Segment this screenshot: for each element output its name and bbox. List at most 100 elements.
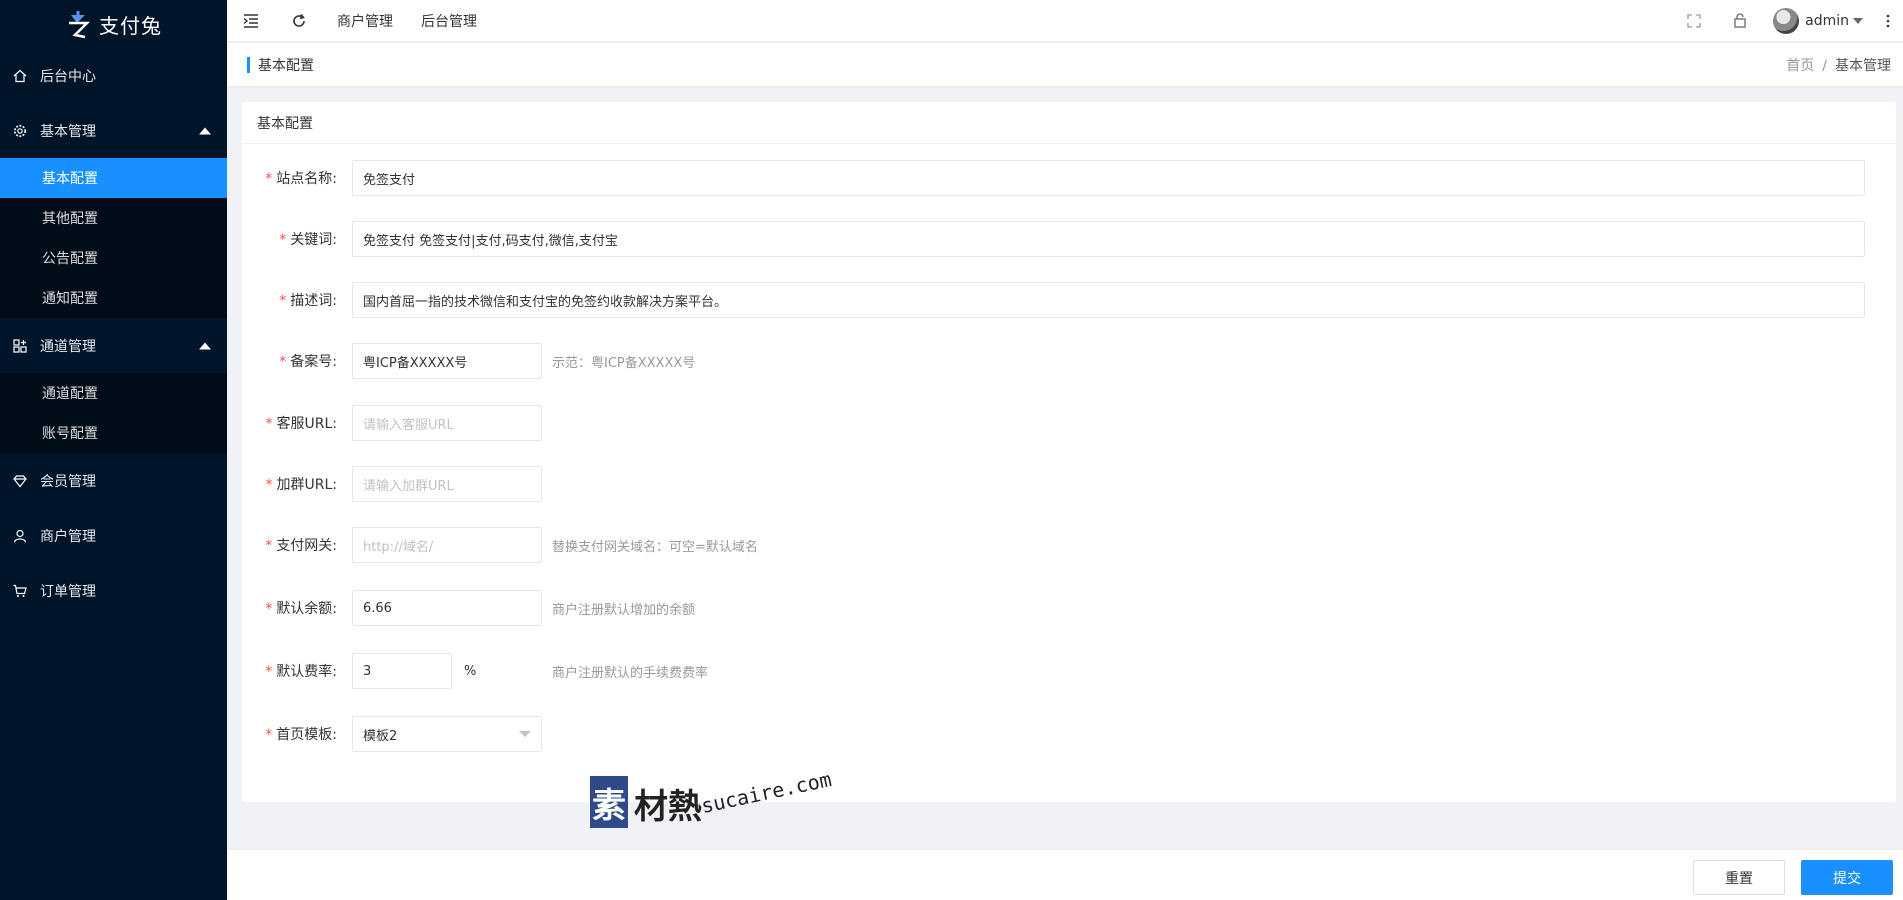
description-input[interactable]: 国内首屈一指的技术微信和支付宝的免签约收款解决方案平台。 bbox=[352, 282, 1865, 318]
select-arrow-icon bbox=[519, 731, 531, 737]
header-link-admin[interactable]: 后台管理 bbox=[407, 11, 491, 31]
watermark: 素 材熱 sucaire.com bbox=[590, 767, 836, 828]
reset-button[interactable]: 重置 bbox=[1693, 860, 1785, 895]
fullscreen-icon bbox=[1687, 13, 1701, 28]
gateway-input[interactable]: http://域名/ bbox=[352, 527, 542, 563]
sidebar-item-channel-config[interactable]: 通道配置 bbox=[0, 373, 227, 413]
required-mark: * bbox=[265, 601, 273, 617]
default-rate-hint: 商户注册默认的手续费费率 bbox=[552, 665, 709, 681]
default-balance-label: * 默认余额: bbox=[265, 601, 337, 617]
icp-label: * 备案号: bbox=[279, 354, 337, 370]
sidebar-item-notice-config[interactable]: 公告配置 bbox=[0, 238, 227, 278]
chevron-up-icon bbox=[199, 127, 211, 134]
group-url-label: * 加群URL: bbox=[265, 477, 338, 493]
user-menu[interactable]: admin bbox=[1763, 7, 1873, 34]
logo-text: 支付兔 bbox=[99, 13, 162, 38]
diamond-icon bbox=[12, 473, 28, 489]
home-template-label: * 首页模板: bbox=[265, 727, 337, 743]
form-row-description: * 描述词: 国内首屈一指的技术微信和支付宝的免签约收款解决方案平台。 bbox=[242, 282, 1865, 318]
form-row-gateway: * 支付网关: http://域名/ 替换支付网关域名：可空=默认域名 bbox=[242, 527, 758, 563]
collapse-menu-button[interactable] bbox=[227, 0, 275, 42]
sidebar-item-order-management[interactable]: 订单管理 bbox=[0, 563, 227, 618]
username: admin bbox=[1805, 12, 1849, 29]
group-url-input[interactable]: 请输入加群URL bbox=[352, 466, 542, 502]
required-mark: * bbox=[279, 354, 287, 370]
form-row-keywords: * 关键词: 免签支付 免签支付|支付,码支付,微信,支付宝 bbox=[242, 221, 1865, 257]
submenu-basic: 基本配置 其他配置 公告配置 通知配置 bbox=[0, 158, 227, 318]
form-action-bar: 重置 提交 bbox=[227, 849, 1903, 900]
gear-icon bbox=[12, 123, 28, 139]
sidebar-item-dashboard[interactable]: 后台中心 bbox=[0, 48, 227, 103]
watermark-chars: 材熱 bbox=[634, 787, 702, 827]
default-rate-input[interactable]: 3 bbox=[352, 653, 452, 689]
sidebar-item-notify-config[interactable]: 通知配置 bbox=[0, 278, 227, 318]
required-mark: * bbox=[265, 664, 273, 680]
percent-unit: % bbox=[464, 663, 477, 679]
site-name-input[interactable]: 免签支付 bbox=[352, 160, 1865, 196]
apps-icon bbox=[12, 338, 28, 354]
indent-icon bbox=[243, 13, 258, 28]
description-label: * 描述词: bbox=[279, 293, 337, 309]
more-button[interactable] bbox=[1873, 0, 1903, 42]
icp-hint: 示范：粤ICP备XXXXX号 bbox=[552, 355, 696, 371]
keywords-label: * 关键词: bbox=[279, 232, 337, 248]
logo[interactable]: 支付兔 bbox=[0, 0, 227, 48]
keywords-input[interactable]: 免签支付 免签支付|支付,码支付,微信,支付宝 bbox=[352, 221, 1865, 257]
cart-icon bbox=[12, 583, 28, 599]
refresh-button[interactable] bbox=[275, 0, 323, 42]
required-mark: * bbox=[279, 232, 287, 248]
user-icon bbox=[12, 528, 28, 544]
form-row-default-rate: * 默认费率: 3 % 商户注册默认的手续费费率 bbox=[242, 653, 708, 689]
service-url-label: * 客服URL: bbox=[265, 416, 338, 432]
form-row-service-url: * 客服URL: 请输入客服URL bbox=[242, 405, 542, 441]
breadcrumb-current: 基本管理 bbox=[1835, 57, 1891, 74]
lock-screen-button[interactable] bbox=[1717, 0, 1763, 42]
header-link-merchant[interactable]: 商户管理 bbox=[323, 11, 407, 31]
form-row-site-name: * 站点名称: 免签支付 bbox=[242, 160, 1865, 196]
default-balance-input[interactable]: 6.66 bbox=[352, 590, 542, 626]
chevron-up-icon bbox=[199, 342, 211, 349]
breadcrumb-separator: / bbox=[1822, 57, 1827, 74]
default-rate-label: * 默认费率: bbox=[265, 664, 337, 680]
sidebar-item-label: 订单管理 bbox=[40, 583, 96, 600]
submit-button[interactable]: 提交 bbox=[1801, 860, 1893, 895]
fullscreen-button[interactable] bbox=[1671, 0, 1717, 42]
sidebar-item-basic-management[interactable]: 基本管理 bbox=[0, 103, 227, 158]
lock-icon bbox=[1734, 13, 1746, 28]
sidebar-item-merchant-management[interactable]: 商户管理 bbox=[0, 508, 227, 563]
title-accent-bar bbox=[247, 56, 250, 73]
header-right: admin bbox=[1671, 0, 1903, 42]
sidebar-item-label: 后台中心 bbox=[40, 68, 96, 85]
breadcrumb-home[interactable]: 首页 bbox=[1786, 58, 1814, 74]
breadcrumb: 首页 / 基本管理 bbox=[1786, 55, 1903, 75]
sidebar-item-member-management[interactable]: 会员管理 bbox=[0, 453, 227, 508]
service-url-input[interactable]: 请输入客服URL bbox=[352, 405, 542, 441]
card-title: 基本配置 bbox=[242, 102, 1896, 144]
sidebar-item-basic-config[interactable]: 基本配置 bbox=[0, 158, 227, 198]
sidebar-item-label: 会员管理 bbox=[40, 473, 96, 490]
sidebar-item-channel-management[interactable]: 通道管理 bbox=[0, 318, 227, 373]
home-template-select[interactable]: 模板2 bbox=[352, 716, 542, 752]
sidebar-item-label: 通道管理 bbox=[40, 338, 96, 355]
config-card: 基本配置 * 站点名称: 免签支付 * 关键词: 免签支付 免签支付|支付,码支付,… bbox=[242, 102, 1896, 802]
default-balance-hint: 商户注册默认增加的余额 bbox=[552, 602, 696, 618]
icp-input[interactable]: 粤ICP备XXXXX号 bbox=[352, 343, 542, 379]
sidebar-item-label: 商户管理 bbox=[40, 528, 96, 545]
home-icon bbox=[12, 68, 28, 84]
watermark-logo: 素 bbox=[590, 776, 628, 828]
site-name-label: * 站点名称: bbox=[265, 171, 337, 187]
form-row-default-balance: * 默认余额: 6.66 商户注册默认增加的余额 bbox=[242, 590, 695, 626]
form-row-icp: * 备案号: 粤ICP备XXXXX号 示范：粤ICP备XXXXX号 bbox=[242, 343, 695, 379]
more-vertical-icon bbox=[1886, 14, 1890, 27]
form-row-group-url: * 加群URL: 请输入加群URL bbox=[242, 466, 542, 502]
caret-down-icon bbox=[1853, 17, 1863, 24]
home-template-value: 模板2 bbox=[363, 728, 398, 744]
required-mark: * bbox=[265, 538, 273, 554]
page-title-bar: 基本配置 首页 / 基本管理 bbox=[227, 43, 1903, 86]
required-mark: * bbox=[265, 416, 273, 432]
gateway-label: * 支付网关: bbox=[265, 538, 337, 554]
form-row-home-template: * 首页模板: 模板2 bbox=[242, 716, 542, 752]
sidebar-item-other-config[interactable]: 其他配置 bbox=[0, 198, 227, 238]
sidebar-item-account-config[interactable]: 账号配置 bbox=[0, 413, 227, 453]
required-mark: * bbox=[265, 171, 273, 187]
